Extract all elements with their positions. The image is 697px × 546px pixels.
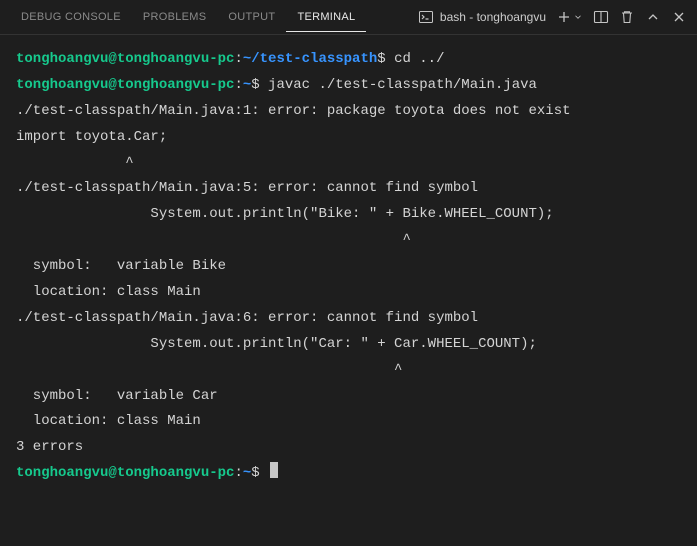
chevron-down-icon[interactable] (573, 9, 583, 25)
prompt-symbol: $ (251, 77, 259, 93)
shell-label-text: bash - tonghoangvu (440, 10, 546, 24)
prompt-line: tonghoangvu@tonghoangvu-pc:~$ (16, 461, 681, 487)
output-line: location: class Main (16, 280, 681, 306)
prompt-path: ~/test-classpath (243, 51, 377, 67)
close-panel-icon[interactable] (671, 9, 687, 25)
terminal-icon (418, 9, 434, 25)
prompt-colon: : (234, 51, 242, 67)
command-text (260, 465, 268, 481)
command-text: javac ./test-classpath/Main.java (260, 77, 537, 93)
prompt-user: tonghoangvu@tonghoangvu-pc (16, 465, 234, 481)
prompt-path: ~ (243, 77, 251, 93)
output-line: ./test-classpath/Main.java:5: error: can… (16, 176, 681, 202)
output-line: symbol: variable Car (16, 384, 681, 410)
shell-selector[interactable]: bash - tonghoangvu (418, 9, 546, 25)
cursor (270, 462, 278, 478)
output-line: import toyota.Car; (16, 125, 681, 151)
panel-actions: bash - tonghoangvu (418, 9, 687, 25)
prompt-line: tonghoangvu@tonghoangvu-pc:~$ javac ./te… (16, 73, 681, 99)
output-line: ^ (16, 151, 681, 177)
output-line: System.out.println("Car: " + Car.WHEEL_C… (16, 332, 681, 358)
tab-terminal[interactable]: TERMINAL (286, 3, 366, 32)
prompt-colon: : (234, 465, 242, 481)
prompt-colon: : (234, 77, 242, 93)
output-line: symbol: variable Bike (16, 254, 681, 280)
panel-tabs: DEBUG CONSOLE PROBLEMS OUTPUT TERMINAL (10, 3, 366, 32)
tab-debug-console[interactable]: DEBUG CONSOLE (10, 3, 132, 32)
terminal-output[interactable]: tonghoangvu@tonghoangvu-pc:~/test-classp… (0, 35, 697, 499)
output-line: location: class Main (16, 409, 681, 435)
output-line: ^ (16, 358, 681, 384)
split-terminal-icon[interactable] (593, 9, 609, 25)
tab-output[interactable]: OUTPUT (217, 3, 286, 32)
output-line: ^ (16, 228, 681, 254)
panel-header: DEBUG CONSOLE PROBLEMS OUTPUT TERMINAL b… (0, 0, 697, 35)
prompt-user: tonghoangvu@tonghoangvu-pc (16, 51, 234, 67)
prompt-line: tonghoangvu@tonghoangvu-pc:~/test-classp… (16, 47, 681, 73)
command-text: cd ../ (386, 51, 445, 67)
prompt-path: ~ (243, 465, 251, 481)
output-line: 3 errors (16, 435, 681, 461)
new-terminal-icon[interactable] (556, 9, 572, 25)
prompt-user: tonghoangvu@tonghoangvu-pc (16, 77, 234, 93)
output-line: ./test-classpath/Main.java:6: error: can… (16, 306, 681, 332)
tab-problems[interactable]: PROBLEMS (132, 3, 218, 32)
prompt-symbol: $ (251, 465, 259, 481)
maximize-panel-icon[interactable] (645, 9, 661, 25)
output-line: System.out.println("Bike: " + Bike.WHEEL… (16, 202, 681, 228)
kill-terminal-icon[interactable] (619, 9, 635, 25)
output-line: ./test-classpath/Main.java:1: error: pac… (16, 99, 681, 125)
prompt-symbol: $ (377, 51, 385, 67)
